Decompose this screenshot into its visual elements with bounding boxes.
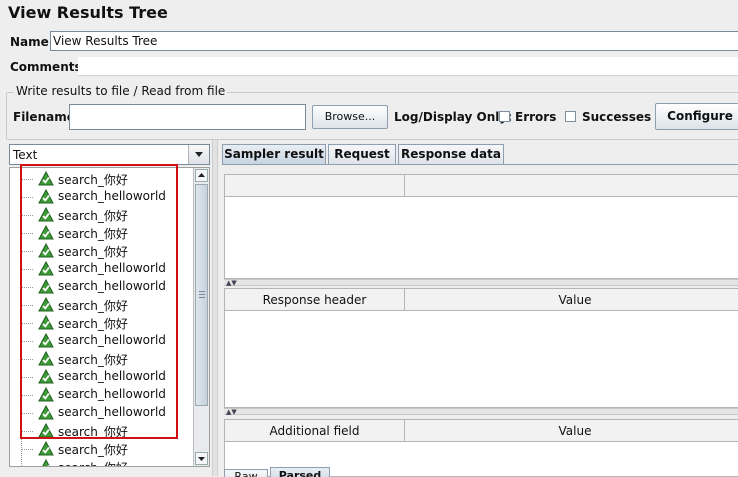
successes-checkbox[interactable]	[565, 111, 576, 122]
tab-sampler-result[interactable]: Sampler result	[222, 144, 326, 164]
sampler-text-area[interactable]	[224, 174, 738, 279]
successes-label: Successes	[582, 110, 652, 124]
success-sample-icon	[38, 458, 54, 466]
tree-item-label: search_你好	[58, 459, 128, 466]
name-field[interactable]: View Results Tree	[50, 31, 738, 51]
horizontal-splitter-1[interactable]: ▲▼	[224, 279, 738, 287]
tree-item[interactable]: search_你好	[10, 458, 190, 466]
split-arrows-icon[interactable]: ▲▼	[226, 280, 237, 287]
scroll-thumb[interactable]	[195, 184, 208, 406]
file-group-legend: Write results to file / Read from file	[14, 84, 228, 98]
tree-scrollbar[interactable]	[193, 168, 209, 466]
top-table-header-col1	[225, 175, 405, 197]
scroll-up-button[interactable]	[195, 169, 208, 182]
additional-field-column[interactable]: Additional field	[225, 420, 405, 442]
filename-label: Filename	[13, 110, 75, 124]
renderer-select[interactable]: Text	[9, 144, 210, 165]
tree-branch-line	[21, 449, 33, 450]
renderer-selected-value: Text	[13, 148, 38, 162]
vertical-splitter[interactable]	[212, 140, 218, 476]
browse-button[interactable]: Browse...	[312, 105, 388, 129]
errors-label: Errors	[515, 110, 557, 124]
comments-label: Comments:	[10, 60, 87, 74]
split-arrows-icon-2[interactable]: ▲▼	[226, 409, 237, 416]
tree-item[interactable]: search_你好	[10, 440, 190, 458]
errors-checkbox[interactable]	[499, 111, 510, 122]
response-value-column[interactable]: Value	[405, 289, 738, 311]
chevron-down-icon[interactable]	[188, 145, 209, 164]
horizontal-splitter-2[interactable]: ▲▼	[224, 408, 738, 416]
log-display-label: Log/Display Only:	[394, 110, 512, 124]
scroll-down-button[interactable]	[195, 452, 208, 465]
highlight-box	[20, 164, 178, 439]
additional-value-column[interactable]: Value	[405, 420, 738, 442]
name-label: Name:	[10, 35, 54, 49]
response-header-column[interactable]: Response header	[225, 289, 405, 311]
tab-request[interactable]: Request	[328, 144, 396, 164]
comments-field[interactable]	[78, 57, 738, 76]
page-title: View Results Tree	[8, 3, 168, 22]
tab-response-data[interactable]: Response data	[398, 144, 504, 164]
result-tabs: Sampler result Request Response data	[222, 144, 738, 164]
response-header-table[interactable]: Response header Value	[224, 288, 738, 408]
tree-item-label: search_你好	[58, 443, 128, 457]
filename-field[interactable]	[69, 104, 306, 130]
success-sample-icon	[38, 440, 54, 457]
configure-button[interactable]: Configure	[655, 103, 738, 130]
top-table-header-col2	[405, 175, 738, 197]
sampler-result-panel: ▲▼ Response header Value ▲▼ Additional f…	[222, 164, 738, 477]
